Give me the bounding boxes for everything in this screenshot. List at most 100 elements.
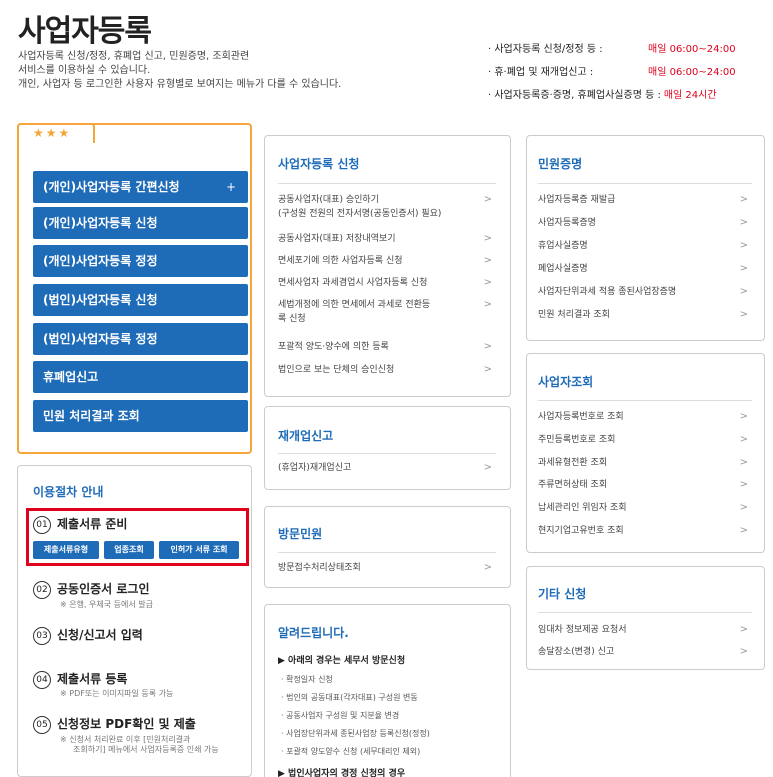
item-label: 법인으로 보는 단체의 승인신청 [278, 365, 395, 375]
apply-item[interactable]: 면세사업자 과세겸업시 사업자등록 신청 > [278, 277, 496, 289]
notice-line: · 공동사업자 구성원 및 지분율 변경 [281, 711, 400, 720]
item-label: 포괄적 양도·양수에 의한 등록 [278, 342, 389, 352]
step-label: 제출서류 준비 [57, 517, 128, 531]
item-label: 주류면허상태 조회 [538, 480, 608, 490]
notice-subtitle: ▶ 법인사업자의 경정 신청의 경우 [278, 769, 406, 777]
step-label: 신청/신고서 입력 [57, 628, 143, 642]
chevron-right-icon: > [739, 434, 748, 445]
description-line: 사업자등록 신청/정정, 휴폐업 신고, 민원증명, 조회관련 [18, 51, 250, 62]
star-icon: ★★★ [33, 126, 72, 140]
visit-panel [264, 506, 511, 588]
step-label: 공동인증서 로그인 [57, 582, 150, 596]
divider [538, 400, 752, 401]
visit-item[interactable]: 방문접수처리상태조회 > [278, 562, 496, 574]
step-note: ※ 은행, 우체국 등에서 발급 [60, 600, 154, 609]
divider [278, 453, 496, 454]
reopen-item[interactable]: (휴업자)재개업신고 > [278, 462, 496, 474]
item-label: 공동사업자(대표) 승인하기 [278, 195, 379, 205]
chevron-right-icon: > [739, 457, 748, 468]
chevron-right-icon: > [739, 240, 748, 251]
apply-item[interactable]: 법인으로 보는 단체의 승인신청 > [278, 364, 496, 376]
step-note: 조회하기] 메뉴에서 사업자등록증 인쇄 가능 [73, 745, 219, 754]
certs-item[interactable]: 사업자단위과세 적용 종된사업장증명 > [538, 286, 752, 298]
hours-label: · 휴·폐업 및 재개업신고 : [488, 67, 594, 78]
chevron-right-icon: > [739, 309, 748, 320]
item-label: 납세관리인 위임자 조회 [538, 503, 627, 513]
personal-simple-apply-button[interactable]: (개인)사업자등록 간편신청 + [33, 171, 248, 203]
chevron-right-icon: > [483, 255, 492, 266]
reopen-title: 재개업신고 [278, 429, 334, 443]
apply-item-wrap: 록 신청 [278, 313, 496, 325]
closure-report-button[interactable]: 휴폐업신고 [33, 361, 248, 393]
item-label: 주민등록번호로 조회 [538, 435, 616, 445]
divider [538, 183, 752, 184]
step-number: 03 [33, 626, 51, 645]
corporate-correct-button[interactable]: (법인)사업자등록 정정 [33, 323, 248, 355]
lookup-item[interactable]: 주류면허상태 조회 > [538, 479, 752, 491]
hours-value: 매일 06:00~24:00 [648, 67, 736, 78]
item-label: 공동사업자(대표) 저장내역보기 [278, 234, 396, 244]
personal-correct-button[interactable]: (개인)사업자등록 정정 [33, 245, 248, 277]
notice-line: · 확정일자 신청 [281, 675, 333, 684]
lookup-item[interactable]: 현지기업고유번호 조회 > [538, 525, 752, 537]
certs-item[interactable]: 민원 처리결과 조회 > [538, 309, 752, 321]
certs-item[interactable]: 휴업사실증명 > [538, 240, 752, 252]
lookup-item[interactable]: 주민등록번호로 조회 > [538, 434, 752, 446]
personal-apply-button[interactable]: (개인)사업자등록 신청 [33, 207, 248, 239]
certs-item[interactable]: 사업자등록증명 > [538, 217, 752, 229]
corporate-apply-button[interactable]: (법인)사업자등록 신청 [33, 284, 248, 316]
step-1: 01 제출서류 준비 [33, 515, 127, 534]
chevron-right-icon: > [739, 411, 748, 422]
industry-lookup-button[interactable]: 업종조회 [104, 541, 154, 559]
step-note: ※ PDF또는 이미지파일 등록 가능 [60, 689, 174, 698]
lookup-item[interactable]: 사업자등록번호로 조회 > [538, 411, 752, 423]
item-label: 면세포기에 의한 사업자등록 신청 [278, 256, 403, 266]
step-4: 04 제출서류 등록 [33, 670, 127, 689]
notice-subtitle: ▶ 아래의 경우는 세무서 방문신청 [278, 656, 406, 666]
other-item[interactable]: 송달장소(변경) 신고 > [538, 646, 752, 658]
item-label: 휴업사실증명 [538, 241, 588, 251]
item-label: 세법개정에 의한 면세에서 과세로 전환등 [278, 300, 431, 310]
hours-value: 매일 24시간 [663, 90, 717, 101]
notice-line: · 사업장단위과세 종된사업장 등록신청(정정) [281, 729, 430, 738]
item-label: 폐업사실증명 [538, 264, 588, 274]
item-label: (구성원 전원의 전자서명(공동인증서) 필요) [278, 209, 442, 219]
civil-result-button[interactable]: 민원 처리결과 조회 [33, 400, 248, 432]
chevron-right-icon: > [739, 479, 748, 490]
chevron-right-icon: > [483, 233, 492, 244]
description-line: 개인, 사업자 등 로그인한 사용자 유형별로 보여지는 메뉴가 다를 수 있습… [18, 79, 342, 90]
apply-item[interactable]: 공동사업자(대표) 승인하기 > [278, 194, 496, 206]
chevron-right-icon: > [739, 525, 748, 536]
certs-item[interactable]: 폐업사실증명 > [538, 263, 752, 275]
document-type-button[interactable]: 제출서류유형 [33, 541, 99, 559]
item-label: 사업자등록증명 [538, 218, 596, 228]
apply-item[interactable]: 면세포기에 의한 사업자등록 신청 > [278, 255, 496, 267]
chevron-right-icon: > [739, 646, 748, 657]
step-2: 02 공동인증서 로그인 [33, 580, 150, 599]
other-title: 기타 신청 [538, 587, 587, 601]
procedure-title: 이용절차 안내 [33, 485, 104, 499]
apply-item[interactable]: 공동사업자(대표) 저장내역보기 > [278, 233, 496, 245]
service-hours: · 사업자등록 신청/정정 등 : 매일 06:00~24:00 · 휴·폐업 및… [488, 38, 736, 107]
reopen-panel [264, 406, 511, 490]
lookup-item[interactable]: 과세유형전환 조회 > [538, 457, 752, 469]
notice-title: 알려드립니다. [278, 626, 349, 640]
step-label: 제출서류 등록 [57, 672, 128, 686]
step-5: 05 신청정보 PDF확인 및 제출 [33, 715, 196, 734]
other-item[interactable]: 임대차 정보제공 요청서 > [538, 624, 752, 636]
notice-line: · 포괄적 양도양수 신청 (세무대리인 제외) [281, 747, 421, 756]
apply-item[interactable]: 세법개정에 의한 면세에서 과세로 전환등 > [278, 299, 496, 311]
button-label: (개인)사업자등록 간편신청 [43, 180, 180, 194]
certs-item[interactable]: 사업자등록증 재발급 > [538, 194, 752, 206]
permit-doc-lookup-button[interactable]: 인허가 서류 조회 [159, 541, 239, 559]
step-number: 05 [33, 715, 51, 734]
item-label: 면세사업자 과세겸업시 사업자등록 신청 [278, 278, 428, 288]
item-label: 현지기업고유번호 조회 [538, 526, 624, 536]
item-label: 방문접수처리상태조회 [278, 563, 361, 573]
apply-item[interactable]: 포괄적 양도·양수에 의한 등록 > [278, 341, 496, 353]
step-note: ※ 신청서 처리완료 이후 [민원처리결과 [60, 735, 191, 744]
chevron-right-icon: > [483, 194, 492, 205]
step-3: 03 신청/신고서 입력 [33, 626, 143, 645]
certs-title: 민원증명 [538, 157, 583, 171]
lookup-item[interactable]: 납세관리인 위임자 조회 > [538, 502, 752, 514]
